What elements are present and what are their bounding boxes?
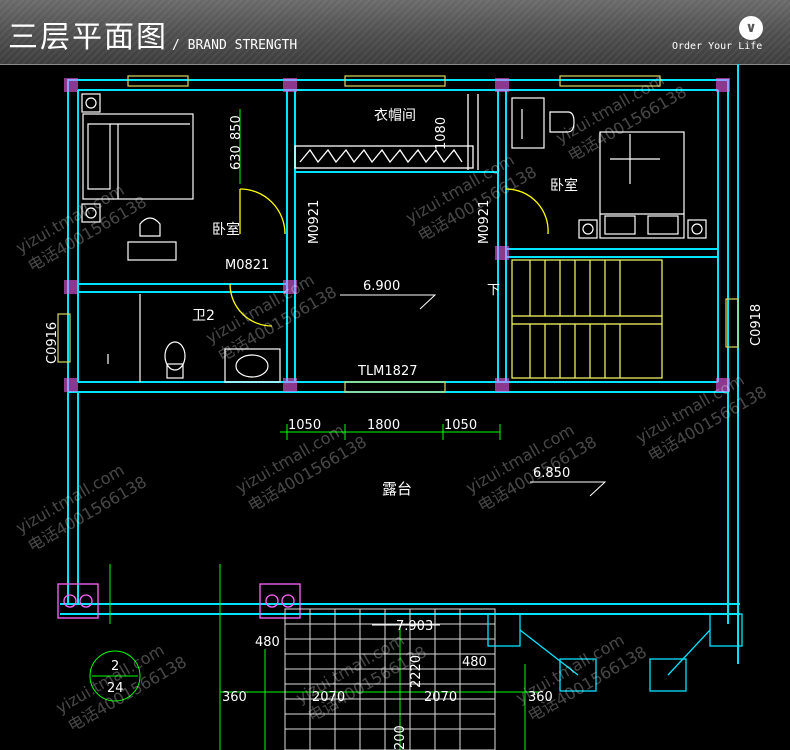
dim-200: 200	[393, 725, 408, 750]
dim-480-right: 480	[462, 655, 487, 670]
dim-850: 850	[229, 115, 244, 140]
brand-text: / BRAND STRENGTH	[172, 38, 298, 53]
header-bar: 三层平面图 / BRAND STRENGTH ∨ Order Your Life	[0, 0, 790, 65]
label-window-right: C0918	[749, 304, 764, 346]
room-bedroom-right: 卧室	[550, 177, 578, 194]
chevron-down-icon: ∨	[739, 16, 763, 40]
dim-480-left: 480	[255, 635, 280, 650]
floor-plan-drawing: 衣帽间 卧室 卧室 卫2 露台 M0821 M0921 M0921 TLM182…	[13, 64, 770, 750]
room-wardrobe: 衣帽间	[374, 108, 416, 124]
tagline: Order Your Life	[672, 41, 763, 52]
dim-1080: 1080	[434, 117, 449, 150]
elevation-roof: 7.903	[396, 619, 433, 634]
label-window-left: C0916	[45, 322, 60, 364]
dim-1800: 1800	[367, 418, 400, 433]
staircase	[511, 259, 663, 379]
wardrobe-rail	[294, 94, 479, 170]
dim-360-left: 360	[222, 690, 247, 705]
dim-1050-left: 1050	[288, 418, 321, 433]
label-door-m0821: M0821	[225, 258, 269, 273]
balustrade-posts	[57, 583, 301, 619]
elevation-main: 6.900	[363, 279, 400, 294]
room-bedroom-left: 卧室	[212, 221, 240, 238]
room-terrace: 露台	[382, 480, 412, 498]
dim-1050-right: 1050	[444, 418, 477, 433]
watermarks: yizui.tmall.com 电话4001566138 yizui.tmall…	[13, 70, 770, 735]
label-stair-down: 下	[487, 283, 500, 298]
dim-630: 630	[229, 145, 244, 170]
label-door-m0921-left: M0921	[307, 200, 322, 244]
label-sliding-door: TLM1827	[357, 364, 417, 379]
dim-2070-right: 2070	[424, 690, 457, 705]
page-title: 三层平面图	[8, 20, 168, 55]
room-bathroom: 卫2	[192, 308, 215, 324]
